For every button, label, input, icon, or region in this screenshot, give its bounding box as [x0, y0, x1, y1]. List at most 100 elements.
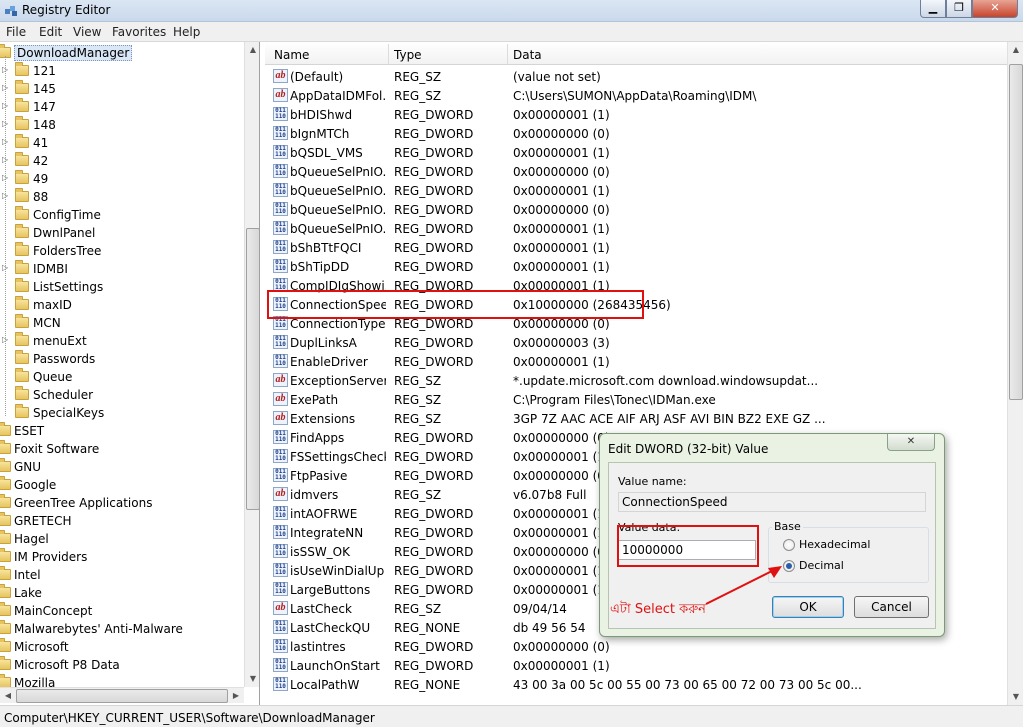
- tree-item-sibling[interactable]: Hagel: [0, 530, 245, 548]
- tree-item-dwnlpanel[interactable]: DwnlPanel: [0, 224, 245, 242]
- table-row[interactable]: 011 110 LocalPathW REG_NONE 43 00 3a 00 5c …: [265, 675, 1007, 694]
- table-row[interactable]: ab ExePath REG_SZ C:\Program Files\Tonec\ID…: [265, 390, 1007, 409]
- tree-item-sibling[interactable]: GNU: [0, 458, 245, 476]
- tree-item-49[interactable]: ▷ 49: [0, 170, 245, 188]
- expand-arrow-icon[interactable]: ▷: [2, 173, 8, 182]
- tree-item-sibling[interactable]: Microsoft P8 Data: [0, 656, 245, 674]
- expand-arrow-icon[interactable]: ▷: [2, 155, 8, 164]
- hexadecimal-radio[interactable]: [783, 539, 795, 551]
- menu-edit[interactable]: Edit: [39, 25, 62, 39]
- table-row[interactable]: 011 110 bShBTtFQCI REG_DWORD 0x00000001 (1): [265, 238, 1007, 257]
- column-header-name[interactable]: Name: [274, 48, 309, 62]
- scroll-thumb[interactable]: [1009, 64, 1023, 400]
- expand-arrow-icon[interactable]: ▷: [2, 191, 8, 200]
- menu-bar: File Edit View Favorites Help: [0, 22, 1023, 42]
- tree-item-sibling[interactable]: Google: [0, 476, 245, 494]
- column-header-data[interactable]: Data: [513, 48, 542, 62]
- tree-item-sibling[interactable]: GreenTree Applications: [0, 494, 245, 512]
- tree-item-downloadmanager[interactable]: DownloadManager: [0, 44, 245, 62]
- scroll-thumb[interactable]: [246, 228, 259, 510]
- tree-item-148[interactable]: ▷ 148: [0, 116, 245, 134]
- tree-item-sibling[interactable]: Foxit Software: [0, 440, 245, 458]
- menu-favorites[interactable]: Favorites: [112, 25, 166, 39]
- table-row[interactable]: ab Extensions REG_SZ 3GP 7Z AAC ACE AIF ARJ…: [265, 409, 1007, 428]
- table-row[interactable]: 011 110 DuplLinksA REG_DWORD 0x00000003 (3): [265, 333, 1007, 352]
- minimize-button[interactable]: ▁: [920, 0, 946, 18]
- scroll-up-icon[interactable]: ▲: [245, 42, 259, 58]
- tree-item-sibling[interactable]: GRETECH: [0, 512, 245, 530]
- expand-arrow-icon[interactable]: ▷: [2, 263, 8, 272]
- table-row[interactable]: 011 110 bQueueSelPnIO... REG_DWORD 0x000000…: [265, 200, 1007, 219]
- table-row[interactable]: 011 110 lastintres REG_DWORD 0x00000000 (0): [265, 637, 1007, 656]
- table-row[interactable]: 011 110 bQueueSelPnIO... REG_DWORD 0x000000…: [265, 219, 1007, 238]
- key-tree[interactable]: DownloadManager ▷ 121 ▷ 145 ▷ 147 ▷ 148 ▷ 41 ▷ 42 ▷ 4…: [0, 42, 260, 705]
- tree-item-121[interactable]: ▷ 121: [0, 62, 245, 80]
- binary-value-icon: 011 110: [273, 563, 288, 577]
- tree-item-147[interactable]: ▷ 147: [0, 98, 245, 116]
- table-row[interactable]: 011 110 bQueueSelPnIO... REG_DWORD 0x000000…: [265, 162, 1007, 181]
- scroll-thumb[interactable]: [16, 689, 228, 703]
- column-divider[interactable]: [507, 44, 508, 64]
- table-row[interactable]: ab (Default) REG_SZ (value not set): [265, 67, 1007, 86]
- scroll-left-icon[interactable]: ◀: [0, 688, 16, 704]
- tree-item-41[interactable]: ▷ 41: [0, 134, 245, 152]
- table-row[interactable]: 011 110 bQSDL_VMS REG_DWORD 0x00000001 (1): [265, 143, 1007, 162]
- menu-help[interactable]: Help: [173, 25, 200, 39]
- expand-arrow-icon[interactable]: ▷: [2, 101, 8, 110]
- tree-item-maxid[interactable]: maxID: [0, 296, 245, 314]
- tree-item-sibling[interactable]: IM Providers: [0, 548, 245, 566]
- table-row[interactable]: ab ExceptionServers REG_SZ *.update.microso…: [265, 371, 1007, 390]
- tree-item-folderstree[interactable]: FoldersTree: [0, 242, 245, 260]
- table-row[interactable]: 011 110 EnableDriver REG_DWORD 0x00000001 (…: [265, 352, 1007, 371]
- tree-item-passwords[interactable]: Passwords: [0, 350, 245, 368]
- scroll-up-icon[interactable]: ▲: [1008, 42, 1023, 58]
- tree-item-listsettings[interactable]: ListSettings: [0, 278, 245, 296]
- tree-vertical-scrollbar[interactable]: ▲ ▼: [244, 42, 259, 687]
- decimal-label[interactable]: Decimal: [799, 559, 844, 572]
- menu-view[interactable]: View: [73, 25, 101, 39]
- tree-item-mcn[interactable]: MCN: [0, 314, 245, 332]
- table-row[interactable]: 011 110 bHDIShwd REG_DWORD 0x00000001 (1): [265, 105, 1007, 124]
- tree-item-145[interactable]: ▷ 145: [0, 80, 245, 98]
- hexadecimal-label[interactable]: Hexadecimal: [799, 538, 870, 551]
- expand-arrow-icon[interactable]: ▷: [2, 65, 8, 74]
- column-header-type[interactable]: Type: [394, 48, 422, 62]
- folder-icon: [15, 332, 29, 346]
- close-button[interactable]: ✕: [972, 0, 1018, 18]
- tree-item-menuext[interactable]: ▷ menuExt: [0, 332, 245, 350]
- expand-arrow-icon[interactable]: ▷: [2, 119, 8, 128]
- expand-arrow-icon[interactable]: ▷: [2, 137, 8, 146]
- scroll-right-icon[interactable]: ▶: [228, 688, 244, 704]
- tree-item-label: Intel: [14, 568, 41, 582]
- tree-item-42[interactable]: ▷ 42: [0, 152, 245, 170]
- scroll-down-icon[interactable]: ▼: [245, 671, 259, 687]
- menu-file[interactable]: File: [6, 25, 26, 39]
- cancel-button[interactable]: Cancel: [854, 596, 929, 618]
- dialog-close-button[interactable]: ✕: [887, 434, 935, 451]
- maximize-button[interactable]: ❐: [946, 0, 972, 18]
- tree-item-specialkeys[interactable]: SpecialKeys: [0, 404, 245, 422]
- table-row[interactable]: ab AppDataIDMFol... REG_SZ C:\Users\SUMON\A…: [265, 86, 1007, 105]
- table-row[interactable]: 011 110 bShTipDD REG_DWORD 0x00000001 (1): [265, 257, 1007, 276]
- tree-item-scheduler[interactable]: Scheduler: [0, 386, 245, 404]
- tree-item-sibling[interactable]: ESET: [0, 422, 245, 440]
- values-vertical-scrollbar[interactable]: ▲ ▼: [1007, 42, 1023, 705]
- tree-item-sibling[interactable]: Intel: [0, 566, 245, 584]
- table-row[interactable]: 011 110 bQueueSelPnIO... REG_DWORD 0x000000…: [265, 181, 1007, 200]
- tree-item-configtime[interactable]: ConfigTime: [0, 206, 245, 224]
- values-header: Name Type Data: [265, 42, 1007, 65]
- tree-item-sibling[interactable]: Lake: [0, 584, 245, 602]
- tree-horizontal-scrollbar[interactable]: ◀ ▶: [0, 687, 244, 703]
- tree-item-idmbi[interactable]: ▷ IDMBI: [0, 260, 245, 278]
- expand-arrow-icon[interactable]: ▷: [2, 335, 8, 344]
- tree-item-sibling[interactable]: Microsoft: [0, 638, 245, 656]
- column-divider[interactable]: [388, 44, 389, 64]
- tree-item-sibling[interactable]: Malwarebytes' Anti-Malware: [0, 620, 245, 638]
- table-row[interactable]: 011 110 LaunchOnStart REG_DWORD 0x00000001 …: [265, 656, 1007, 675]
- expand-arrow-icon[interactable]: ▷: [2, 83, 8, 92]
- scroll-down-icon[interactable]: ▼: [1008, 689, 1023, 705]
- tree-item-queue[interactable]: Queue: [0, 368, 245, 386]
- tree-item-88[interactable]: ▷ 88: [0, 188, 245, 206]
- tree-item-sibling[interactable]: MainConcept: [0, 602, 245, 620]
- table-row[interactable]: 011 110 bIgnMTCh REG_DWORD 0x00000000 (0): [265, 124, 1007, 143]
